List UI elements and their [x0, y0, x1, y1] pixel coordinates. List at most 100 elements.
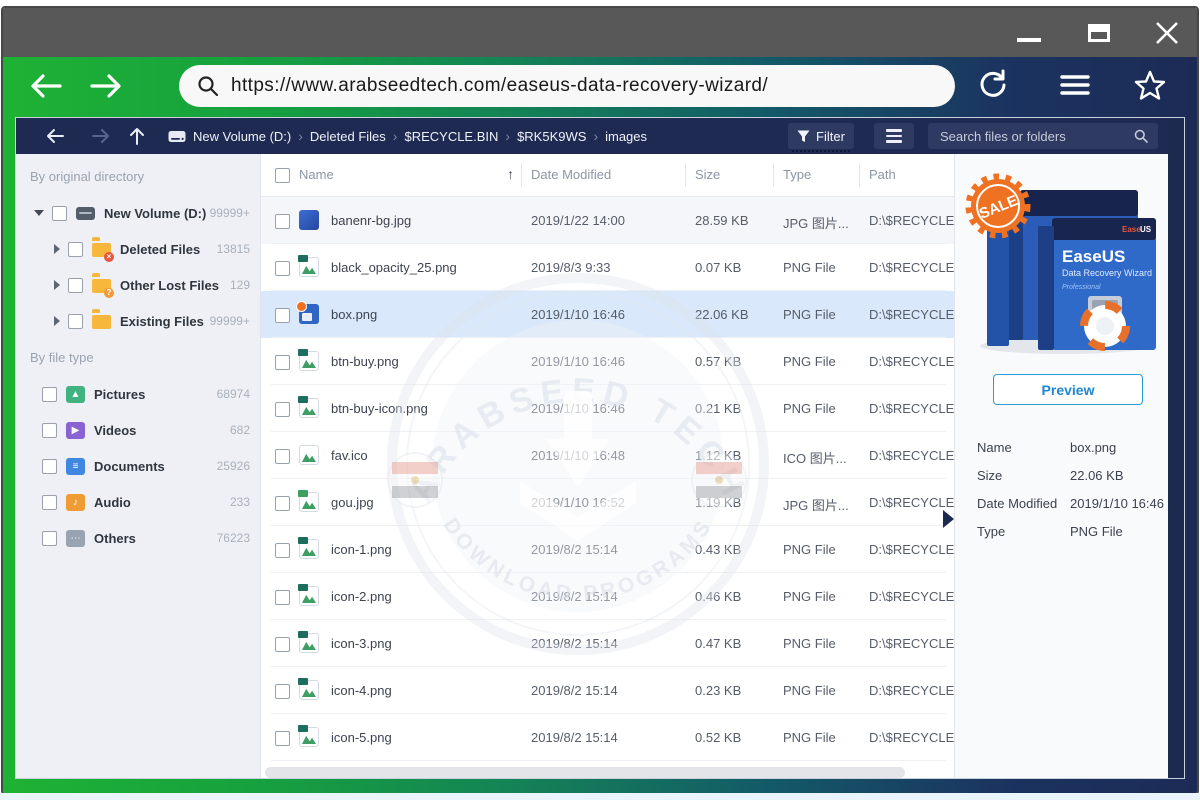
- file-name: gou.jpg: [331, 495, 374, 510]
- star-icon: [1133, 69, 1167, 103]
- checkbox[interactable]: [275, 637, 290, 652]
- checkbox[interactable]: [275, 308, 290, 323]
- select-all-checkbox[interactable]: [275, 168, 290, 183]
- breadcrumb-item-images[interactable]: images: [605, 129, 647, 144]
- file-row-box-selected[interactable]: box.png 2019/1/10 16:46 22.06 KB PNG Fil…: [261, 291, 954, 338]
- file-row-btn-buy-icon[interactable]: btn-buy-icon.png 2019/1/10 16:46 0.21 KB…: [261, 385, 954, 432]
- jpg-thumbnail-icon: [299, 210, 319, 230]
- sort-ascending-icon[interactable]: ↑: [507, 166, 514, 182]
- file-row-icon-2[interactable]: icon-2.png 2019/8/2 15:14 0.46 KB PNG Fi…: [261, 573, 954, 620]
- app-up-button[interactable]: [126, 125, 148, 147]
- png-file-icon: [299, 539, 319, 559]
- file-row-btn-buy[interactable]: btn-buy.png 2019/1/10 16:46 0.57 KB PNG …: [261, 338, 954, 385]
- checkbox[interactable]: [52, 206, 67, 221]
- app-back-button[interactable]: [44, 125, 66, 147]
- file-date: 2019/1/22 14:00: [531, 213, 625, 228]
- sidebar-item-videos[interactable]: ▶ Videos 682: [16, 412, 260, 448]
- minimize-button[interactable]: [1009, 8, 1049, 57]
- breadcrumb-item-volume[interactable]: New Volume (D:): [193, 129, 291, 144]
- horizontal-scrollbar[interactable]: [265, 767, 905, 778]
- sidebar-item-deleted-files[interactable]: × Deleted Files 13815: [16, 231, 260, 267]
- file-row-icon-3[interactable]: icon-3.png 2019/8/2 15:14 0.47 KB PNG Fi…: [261, 620, 954, 667]
- file-name: btn-buy-icon.png: [331, 401, 428, 416]
- checkbox[interactable]: [42, 423, 57, 438]
- column-header-size[interactable]: Size: [695, 167, 720, 182]
- expander-right-icon[interactable]: [54, 244, 60, 254]
- checkbox[interactable]: [42, 459, 57, 474]
- expander-down-icon[interactable]: [34, 210, 44, 216]
- browser-back-button[interactable]: [29, 70, 63, 102]
- bookmark-button[interactable]: [1133, 69, 1167, 103]
- item-count: 99999+: [210, 314, 250, 328]
- maximize-button[interactable]: [1079, 8, 1119, 57]
- file-row-icon-4[interactable]: icon-4.png 2019/8/2 15:14 0.23 KB PNG Fi…: [261, 667, 954, 714]
- file-date: 2019/1/10 16:48: [531, 448, 625, 463]
- checkbox[interactable]: [275, 402, 290, 417]
- address-bar[interactable]: https://www.arabseedtech.com/easeus-data…: [179, 65, 955, 107]
- breadcrumb-item-deleted-files[interactable]: Deleted Files: [310, 129, 386, 144]
- expander-right-icon[interactable]: [54, 280, 60, 290]
- checkbox[interactable]: [42, 495, 57, 510]
- file-row-icon-1[interactable]: icon-1.png 2019/8/2 15:14 0.43 KB PNG Fi…: [261, 526, 954, 573]
- checkbox[interactable]: [275, 590, 290, 605]
- sidebar-item-documents[interactable]: ≡ Documents 25926: [16, 448, 260, 484]
- browser-viewport: New Volume (D:) › Deleted Files › $RECYC…: [3, 115, 1197, 793]
- file-row-icon-5[interactable]: icon-5.png 2019/8/2 15:14 0.52 KB PNG Fi…: [261, 714, 954, 761]
- preview-button[interactable]: Preview: [993, 374, 1143, 405]
- expander-right-icon[interactable]: [54, 316, 60, 326]
- file-date: 2019/8/2 15:14: [531, 589, 618, 604]
- sidebar-item-pictures[interactable]: ▲ Pictures 68974: [16, 376, 260, 412]
- file-row-black-opacity[interactable]: black_opacity_25.png 2019/8/3 9:33 0.07 …: [261, 244, 954, 291]
- close-icon: [1153, 19, 1181, 47]
- reload-button[interactable]: [977, 69, 1011, 103]
- checkbox[interactable]: [275, 449, 290, 464]
- sidebar-item-existing-files[interactable]: Existing Files 99999+: [16, 303, 260, 339]
- checkbox[interactable]: [42, 531, 57, 546]
- file-row-fav-ico[interactable]: fav.ico 2019/1/10 16:48 1.12 KB ICO 图片..…: [261, 432, 954, 479]
- checkbox[interactable]: [68, 278, 83, 293]
- file-type: ICO 图片...: [783, 448, 859, 467]
- file-date: 2019/8/2 15:14: [531, 636, 618, 651]
- checkbox[interactable]: [275, 543, 290, 558]
- checkbox[interactable]: [275, 731, 290, 746]
- file-name: icon-4.png: [331, 683, 392, 698]
- file-row-banenr-bg[interactable]: banenr-bg.jpg 2019/1/22 14:00 28.59 KB J…: [261, 197, 954, 244]
- detail-name-value: box.png: [1070, 440, 1116, 455]
- app-forward-button[interactable]: [90, 125, 112, 147]
- column-header-type[interactable]: Type: [783, 167, 811, 182]
- app-menu-button[interactable]: [874, 123, 914, 149]
- browser-forward-button[interactable]: [89, 70, 123, 102]
- file-name: icon-3.png: [331, 636, 392, 651]
- easeus-app-window: New Volume (D:) › Deleted Files › $RECYC…: [15, 117, 1185, 779]
- checkbox[interactable]: [42, 387, 57, 402]
- breadcrumb-item-recycle-bin[interactable]: $RECYCLE.BIN: [404, 129, 498, 144]
- sidebar-item-new-volume[interactable]: New Volume (D:) 99999+: [16, 195, 260, 231]
- file-path: D:\$RECYCLE.: [869, 260, 954, 275]
- sidebar-item-label: Deleted Files: [120, 242, 200, 257]
- sidebar-item-label: Documents: [94, 459, 165, 474]
- column-header-name[interactable]: Name: [299, 167, 334, 182]
- filter-button[interactable]: Filter: [788, 123, 854, 149]
- checkbox[interactable]: [275, 214, 290, 229]
- sidebar-item-audio[interactable]: ♪ Audio 233: [16, 484, 260, 520]
- app-back-icon: [46, 128, 64, 144]
- browser-menu-button[interactable]: [1059, 69, 1093, 103]
- sidebar-item-others[interactable]: ⋯ Others 76223: [16, 520, 260, 556]
- file-row-gou-jpg[interactable]: gou.jpg 2019/1/10 16:52 1.19 KB JPG 图片..…: [261, 479, 954, 526]
- breadcrumb-item-rk5k9ws[interactable]: $RK5K9WS: [517, 129, 586, 144]
- app-search-input[interactable]: [928, 129, 1134, 144]
- checkbox[interactable]: [275, 496, 290, 511]
- column-header-date[interactable]: Date Modified: [531, 167, 611, 182]
- checkbox[interactable]: [275, 355, 290, 370]
- checkbox[interactable]: [275, 684, 290, 699]
- app-search-box[interactable]: [928, 123, 1158, 149]
- column-header-path[interactable]: Path: [869, 167, 896, 182]
- close-button[interactable]: [1145, 8, 1189, 57]
- file-type: PNG File: [783, 730, 859, 745]
- checkbox[interactable]: [275, 261, 290, 276]
- panel-collapse-arrow[interactable]: [943, 510, 954, 528]
- checkbox[interactable]: [68, 242, 83, 257]
- sidebar-item-other-lost-files[interactable]: ? Other Lost Files 129: [16, 267, 260, 303]
- item-count: 68974: [217, 387, 250, 401]
- checkbox[interactable]: [68, 314, 83, 329]
